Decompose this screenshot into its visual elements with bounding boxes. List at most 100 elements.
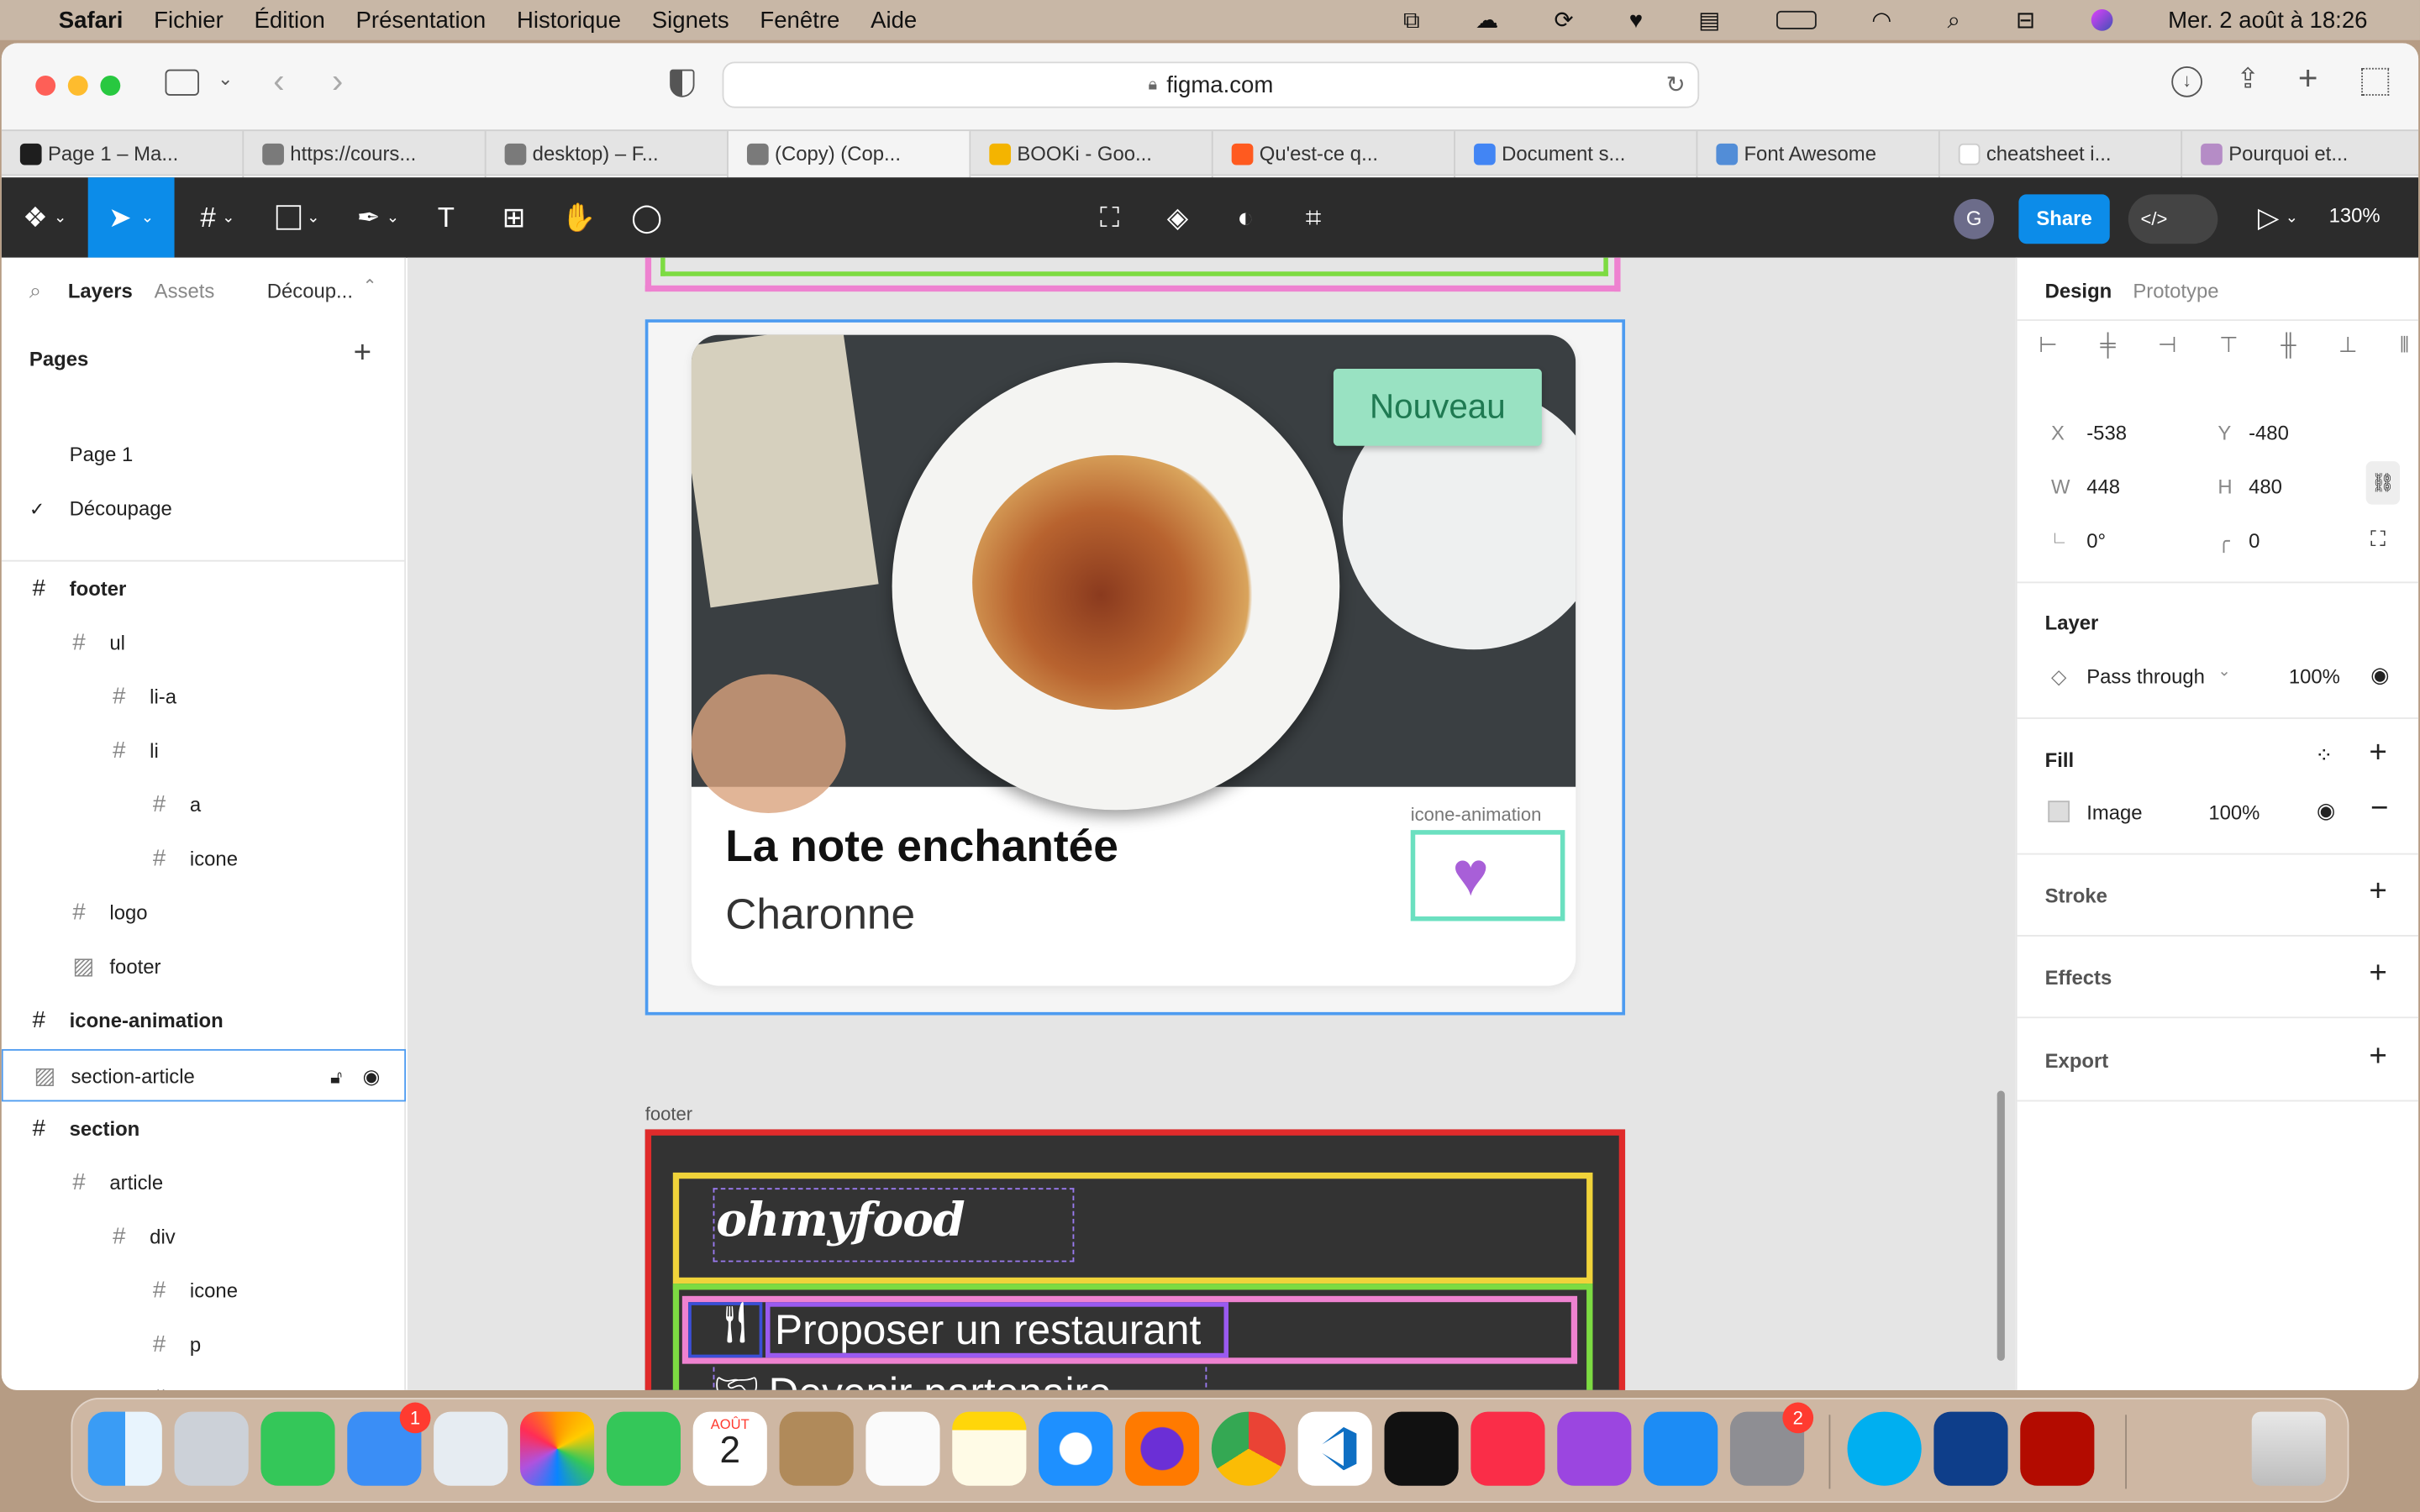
radius-input[interactable]: 0 [2249, 529, 2260, 553]
screen-share-icon[interactable]: ⧉ [1403, 7, 1420, 33]
layer-row[interactable]: # icone [2, 833, 406, 885]
browser-tab[interactable]: Qu'est-ce q... [1213, 131, 1456, 178]
chevron-down-icon[interactable]: ⌄ [2217, 664, 2230, 680]
add-page-icon[interactable]: + [354, 336, 371, 371]
url-bar[interactable]: 🔒︎ figma.com ↻ [722, 61, 1700, 108]
mail-icon[interactable]: 1 [347, 1402, 431, 1486]
menu-signets[interactable]: Signets [652, 7, 729, 33]
tab-prototype[interactable]: Prototype [2133, 279, 2218, 302]
menu-historique[interactable]: Historique [517, 7, 621, 33]
footer-frame[interactable]: ohmyfood 🍴︎ Proposer un restaurant 🤝︎ De… [644, 1129, 1626, 1390]
layer-row[interactable]: # a [2, 780, 406, 832]
resources-icon[interactable]: ⊞ [483, 177, 544, 258]
mask-icon[interactable]: ◐ [1214, 177, 1276, 258]
page-selector[interactable]: Découp... [267, 279, 353, 302]
layer-row[interactable]: # icone-animation [2, 995, 406, 1047]
menu-edition[interactable]: Édition [255, 7, 325, 33]
avatar[interactable]: G [1954, 198, 1995, 239]
align-center-v-icon[interactable]: ╫ [2281, 332, 2296, 378]
facetime-icon[interactable] [606, 1411, 681, 1486]
trash-icon[interactable] [2251, 1411, 2326, 1486]
frame-selection-icon[interactable]: ⛶ [1079, 177, 1140, 258]
chrome-icon[interactable] [1211, 1411, 1286, 1486]
notes-icon[interactable] [952, 1411, 1027, 1486]
image-swatch-icon[interactable] [2048, 801, 2070, 822]
finder-icon[interactable] [87, 1411, 162, 1486]
unlock-icon[interactable]: 🔓︎ [330, 1051, 342, 1103]
styles-icon[interactable]: ⁘ [2315, 742, 2333, 768]
layer-row[interactable]: ▨ footer [2, 941, 406, 993]
layer-row[interactable]: # p [2, 1319, 406, 1371]
comment-tool-icon[interactable]: ◯ [616, 177, 677, 258]
music-icon[interactable] [1470, 1411, 1545, 1486]
design-canvas[interactable]: Nouveau La note enchantée Charonne icone… [407, 257, 2016, 1390]
page-item-decoupage[interactable]: ✓ Découpage [2, 483, 406, 535]
align-bottom-icon[interactable]: ⊥ [2338, 332, 2357, 378]
menu-app-name[interactable]: Safari [59, 7, 124, 33]
browser-tab[interactable]: Page 1 – Ma... [2, 131, 245, 178]
add-effect-icon[interactable]: + [2369, 957, 2386, 992]
ul-frame[interactable]: 🍴︎ Proposer un restaurant 🤝︎ Devenir par… [672, 1284, 1593, 1390]
tab-layers[interactable]: Layers [68, 279, 133, 302]
section-article-frame[interactable]: Nouveau La note enchantée Charonne icone… [644, 319, 1626, 1016]
text-tool-icon[interactable]: T [415, 177, 476, 258]
layer-row[interactable]: # section [2, 1103, 406, 1155]
distribute-icon[interactable]: ⫴ [2400, 332, 2409, 378]
control-center-icon[interactable]: ⊟ [2016, 6, 2035, 34]
menu-fichier[interactable]: Fichier [154, 7, 224, 33]
remove-fill-icon[interactable]: − [2370, 791, 2388, 827]
menu-presentation[interactable]: Présentation [356, 7, 487, 33]
calendar-icon[interactable]: AOÛT 2 [692, 1411, 767, 1486]
forward-icon[interactable]: › [332, 61, 343, 102]
page-item-1[interactable]: Page 1 [2, 429, 406, 481]
search-icon[interactable]: ⌕ [29, 278, 41, 304]
reload-icon[interactable]: ↻ [1666, 71, 1686, 98]
layer-row[interactable]: # logo [2, 887, 406, 939]
li-a-frame[interactable]: 🍴︎ Proposer un restaurant [681, 1295, 1578, 1364]
layer-opacity[interactable]: 100% [2289, 665, 2340, 689]
present-icon[interactable]: ▷ ⌄ [2247, 177, 2308, 258]
sync-icon[interactable]: ⟳ [1555, 6, 1574, 34]
back-icon[interactable]: ‹ [273, 61, 284, 102]
share-icon[interactable]: ⇪ [2236, 63, 2260, 96]
x-input[interactable]: -538 [2086, 421, 2127, 444]
heart-icon[interactable]: ♥ [1629, 7, 1643, 33]
tab-design[interactable]: Design [2045, 279, 2112, 302]
h-input[interactable]: 480 [2249, 475, 2282, 499]
align-top-icon[interactable]: ⊤ [2219, 332, 2238, 378]
search-icon[interactable]: ⌕ [1947, 7, 1960, 33]
rotation-input[interactable]: 0° [2086, 529, 2106, 553]
browser-tab[interactable]: Document s... [1455, 131, 1698, 178]
browser-tab[interactable]: https://cours... [244, 131, 487, 178]
crop-icon[interactable]: ⌗ [1282, 177, 1344, 258]
wifi-icon[interactable]: ◠ [1871, 6, 1891, 34]
share-button[interactable]: Share [2018, 194, 2110, 244]
podcasts-icon[interactable] [1557, 1411, 1632, 1486]
frame-tool-icon[interactable]: # ⌄ [184, 177, 252, 258]
pen-tool-icon[interactable]: ✒ ⌄ [345, 177, 413, 258]
hand-tool-icon[interactable]: ✋ [548, 177, 609, 258]
component-icon[interactable]: ◈ [1147, 177, 1208, 258]
contacts-icon[interactable] [779, 1411, 854, 1486]
new-tab-icon[interactable]: + [2298, 59, 2318, 99]
independent-corners-icon[interactable]: ⛶ [2370, 526, 2386, 552]
battery-icon[interactable] [1776, 10, 1817, 29]
fill-type[interactable]: Image [2086, 801, 2142, 824]
align-left-icon[interactable]: ⊢ [2039, 332, 2057, 378]
vscode-icon[interactable] [1297, 1411, 1372, 1486]
acrobat-icon[interactable] [2020, 1411, 2095, 1486]
align-center-h-icon[interactable]: ╪ [2100, 332, 2115, 378]
browser-tab[interactable]: BOOKi - Goo... [971, 131, 1213, 178]
privacy-shield-icon[interactable] [670, 69, 695, 97]
launchpad-icon[interactable] [174, 1411, 249, 1486]
browser-tab[interactable]: Font Awesome [1697, 131, 1940, 178]
footer-link-restaurant[interactable]: Proposer un restaurant [775, 1302, 1201, 1357]
footer-link-partner[interactable]: Devenir partenaire [769, 1370, 1112, 1390]
clock-text[interactable]: Mer. 2 août à 18:26 [2168, 7, 2367, 33]
teamviewer-icon[interactable] [1933, 1411, 2008, 1486]
apple-tv-icon[interactable] [1384, 1411, 1459, 1486]
eye-icon[interactable]: ◉ [2370, 662, 2389, 688]
layer-row[interactable]: # div [2, 1211, 406, 1263]
w-input[interactable]: 448 [2086, 475, 2120, 499]
layer-row[interactable]: # li-a [2, 671, 406, 723]
